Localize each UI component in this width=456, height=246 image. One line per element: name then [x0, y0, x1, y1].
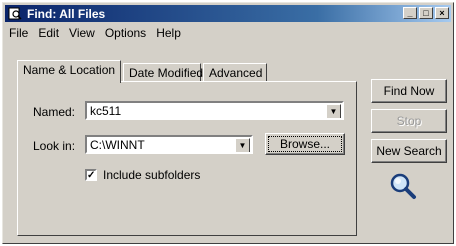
named-combobox[interactable]: kc511 ▼: [85, 101, 344, 120]
chevron-down-icon[interactable]: ▼: [326, 104, 341, 118]
menu-file[interactable]: File: [9, 26, 28, 40]
named-value: kc511: [90, 104, 122, 118]
include-subfolders-checkbox[interactable]: ✓: [85, 169, 97, 181]
title-bar[interactable]: Find: All Files _ □ ×: [5, 5, 451, 22]
lookin-value: C:\WINNT: [90, 138, 145, 152]
find-files-icon: [8, 7, 22, 20]
menu-view[interactable]: View: [69, 26, 95, 40]
maximize-button[interactable]: □: [419, 7, 433, 19]
menu-bar: File Edit View Options Help: [9, 26, 181, 40]
window-title: Find: All Files: [27, 7, 106, 21]
named-label: Named:: [33, 105, 76, 119]
find-now-button[interactable]: Find Now: [371, 79, 447, 103]
menu-edit[interactable]: Edit: [38, 26, 59, 40]
tab-date-modified[interactable]: Date Modified: [123, 63, 203, 82]
lookin-combobox[interactable]: C:\WINNT ▼: [85, 135, 253, 154]
include-subfolders-label: Include subfolders: [103, 168, 201, 182]
new-search-button[interactable]: New Search: [371, 139, 447, 163]
lookin-label: Look in:: [33, 139, 76, 153]
minimize-button[interactable]: _: [403, 7, 417, 19]
browse-button[interactable]: Browse...: [265, 133, 345, 155]
tab-advanced[interactable]: Advanced: [203, 63, 267, 82]
close-button[interactable]: ×: [435, 7, 449, 19]
tab-name-location[interactable]: Name & Location: [17, 60, 121, 83]
menu-options[interactable]: Options: [105, 26, 146, 40]
find-window: Find: All Files _ □ × File Edit View Opt…: [2, 2, 454, 244]
chevron-down-icon[interactable]: ▼: [235, 138, 250, 152]
menu-help[interactable]: Help: [156, 26, 181, 40]
stop-button[interactable]: Stop: [371, 109, 447, 133]
magnifier-icon: [390, 173, 416, 199]
